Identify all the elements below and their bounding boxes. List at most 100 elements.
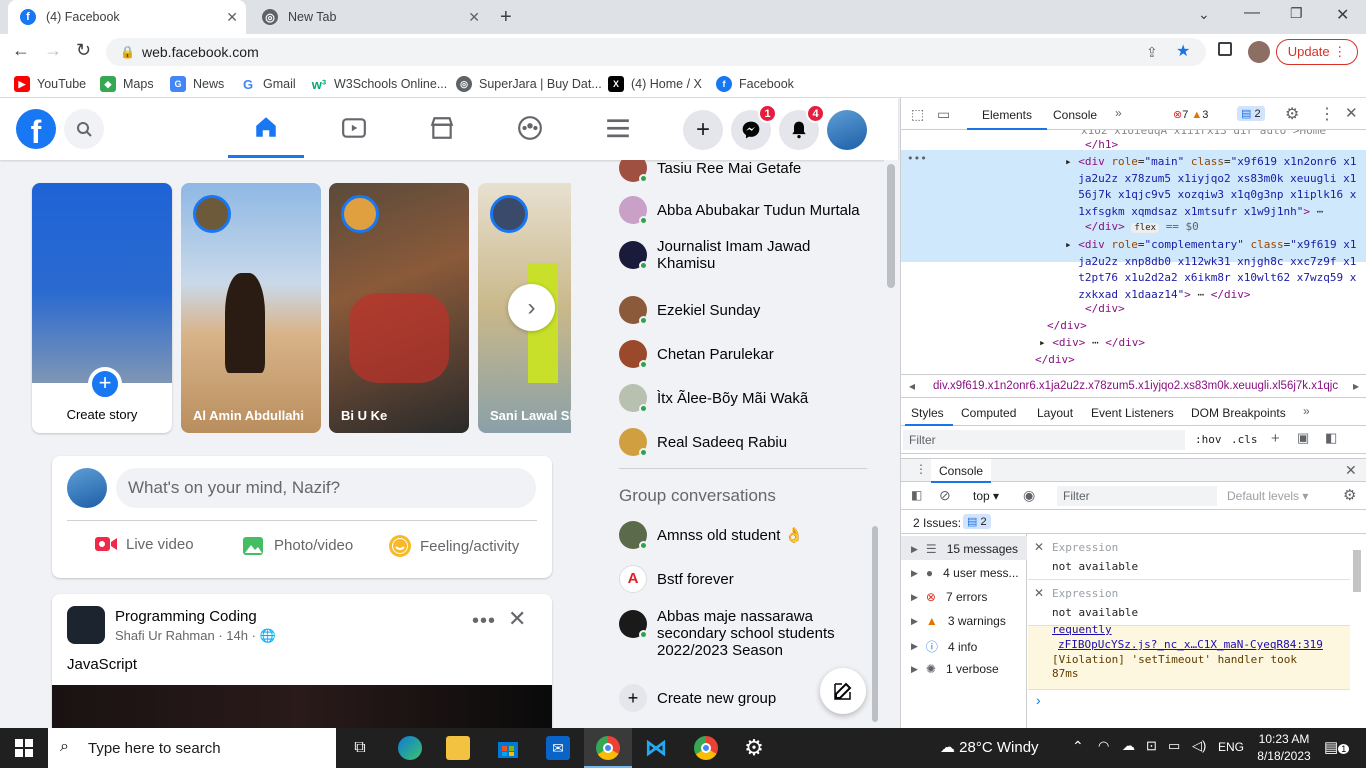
side-panel-icon[interactable] — [1218, 42, 1232, 56]
close-devtools-icon[interactable]: ✕ — [1345, 104, 1358, 122]
console-scrollbar[interactable] — [1351, 538, 1363, 718]
drawer-tab-console[interactable]: Console — [931, 459, 992, 483]
sidebar-errors[interactable]: ▶ ⊗ 7 errors — [911, 590, 987, 604]
group-item[interactable]: A Bstf forever — [619, 565, 734, 593]
device-toolbar-icon[interactable]: ▭ — [937, 106, 950, 123]
styles-filter-input[interactable]: Filter — [903, 430, 1185, 450]
more-tabs-icon[interactable]: » — [1303, 404, 1310, 418]
drawer-menu-icon[interactable]: ⋮ — [915, 462, 927, 476]
remove-expression-icon[interactable]: ✕ — [1034, 540, 1044, 554]
weather-widget[interactable]: ☁ 28°C Windy — [940, 738, 1039, 756]
photo-video-button[interactable]: Photo/video — [242, 534, 353, 556]
bookmark-youtube[interactable]: ▶ YouTube — [14, 76, 86, 92]
node-dots-icon[interactable]: ••• — [907, 152, 927, 165]
context-selector[interactable]: top ▾ — [973, 489, 999, 503]
messenger-button[interactable]: 1 — [731, 104, 777, 150]
issues-link[interactable]: ▤ 2 — [963, 514, 991, 529]
group-item[interactable]: Amnss old student 👌 — [619, 521, 803, 550]
log-levels-dropdown[interactable]: Default levels ▾ — [1227, 489, 1308, 503]
bookmark-news[interactable]: G News — [170, 76, 224, 92]
bookmark-maps[interactable]: ◆ Maps — [100, 76, 154, 92]
user-avatar[interactable] — [67, 468, 107, 508]
contact-item[interactable]: Journalist Imam Jawad Khamisu — [619, 238, 839, 272]
create-new-group-button[interactable]: + Create new group — [619, 684, 776, 712]
issues-counter[interactable]: ▤ 2 — [1237, 106, 1265, 121]
sidebar-warnings[interactable]: ▶ ▲ 3 warnings — [911, 614, 1006, 628]
bookmark-gmail[interactable]: G Gmail — [240, 76, 296, 92]
live-video-button[interactable]: Live video — [94, 534, 194, 554]
code-line[interactable]: ▸ <div role="complementary" class="x9f61… — [1065, 237, 1356, 303]
nav-watch[interactable] — [316, 98, 392, 158]
volume-icon[interactable]: ◁) — [1192, 738, 1206, 754]
sidebar-info[interactable]: ▶ ⓘ 4 info — [911, 638, 977, 655]
contacts-scroll-thumb[interactable] — [872, 526, 878, 722]
cls-toggle[interactable]: .cls — [1231, 433, 1258, 446]
group-avatar[interactable] — [67, 606, 105, 644]
sidebar-user-messages[interactable]: ▶ ● 4 user mess... — [911, 566, 1019, 580]
next-story-button[interactable]: › — [508, 284, 555, 331]
settings-gear-icon[interactable]: ⚙ — [1285, 104, 1299, 124]
account-avatar[interactable] — [827, 110, 867, 150]
store-icon[interactable] — [496, 736, 520, 760]
post-time[interactable]: 14h — [226, 628, 248, 643]
close-tab-icon[interactable]: ✕ — [226, 9, 238, 26]
more-options-icon[interactable]: ••• — [472, 610, 496, 633]
breadcrumb-right-icon[interactable]: ▸ — [1353, 379, 1360, 393]
console-scroll-thumb[interactable] — [1353, 550, 1361, 592]
log-partial[interactable]: requently — [1052, 623, 1112, 636]
share-icon[interactable]: ⇪ — [1146, 38, 1158, 66]
chevron-up-icon[interactable]: ⌃ — [1072, 738, 1084, 755]
sidebar-messages[interactable]: ▶ ☰ 15 messages — [911, 542, 1018, 556]
tab-search-icon[interactable]: ⌄ — [1198, 6, 1210, 23]
bookmark-w3schools[interactable]: w³ W3Schools Online... — [311, 76, 447, 92]
inspect-icon[interactable]: ⬚ — [911, 106, 924, 123]
tab-new-tab[interactable]: ◎ New Tab ✕ — [250, 0, 488, 34]
network-icon[interactable]: ☁ — [1122, 738, 1135, 754]
back-icon[interactable]: ← — [12, 40, 30, 61]
hov-toggle[interactable]: :hov — [1195, 433, 1222, 446]
group-item[interactable]: Abbas maje nassarawa secondary school st… — [619, 608, 849, 659]
battery-icon[interactable]: ▭ — [1168, 738, 1180, 754]
bookmark-facebook[interactable]: f Facebook — [716, 76, 794, 92]
language-indicator[interactable]: ENG — [1218, 740, 1244, 754]
story-card[interactable]: Bi U Ke — [329, 183, 469, 433]
tab-event-listeners[interactable]: Event Listeners — [1091, 406, 1174, 420]
tab-dom-breakpoints[interactable]: DOM Breakpoints — [1191, 406, 1286, 420]
notifications-button[interactable]: 4 — [779, 104, 825, 150]
notification-center-icon[interactable]: ▤ 1 — [1324, 738, 1350, 756]
create-button[interactable]: + — [683, 110, 723, 150]
file-explorer-icon[interactable] — [446, 736, 470, 760]
bookmark-star-icon[interactable]: ★ — [1176, 38, 1190, 66]
update-button[interactable]: Update ⋮ — [1276, 39, 1358, 65]
nav-menu[interactable] — [580, 98, 656, 158]
chrome-icon[interactable] — [596, 736, 620, 760]
tab-computed[interactable]: Computed — [961, 406, 1016, 420]
contact-item[interactable]: Ezekiel Sunday — [619, 296, 760, 325]
post-group-name[interactable]: Programming Coding — [115, 608, 257, 625]
console-sidebar-icon[interactable]: ◧ — [911, 488, 922, 502]
hide-post-icon[interactable]: ✕ — [508, 606, 526, 632]
task-view-icon[interactable]: ⧉ — [348, 736, 372, 760]
sidebar-verbose[interactable]: ▶ ✺ 1 verbose — [911, 662, 999, 676]
contact-item[interactable]: Tasiu Ree Mai Getafe — [619, 160, 801, 183]
reload-icon[interactable]: ↻ — [76, 40, 91, 61]
more-tabs-icon[interactable]: » — [1115, 106, 1122, 120]
chrome-icon[interactable] — [694, 736, 718, 760]
contact-item[interactable]: Abba Abubakar Tudun Murtala — [619, 196, 860, 225]
new-message-button[interactable] — [820, 668, 866, 714]
nav-home[interactable] — [228, 98, 304, 158]
more-menu-icon[interactable]: ⋮ — [1319, 104, 1335, 124]
clock[interactable]: 10:23 AM 8/18/2023 — [1254, 731, 1314, 765]
nav-groups[interactable] — [492, 98, 568, 158]
tab-styles[interactable]: Styles — [911, 406, 944, 420]
story-card[interactable]: Al Amin Abdullahi — [181, 183, 321, 433]
tab-layout[interactable]: Layout — [1037, 406, 1073, 420]
paint-icon[interactable]: ▣ — [1297, 430, 1309, 446]
error-counter[interactable]: ⊗7 ▲3 — [1173, 108, 1208, 121]
composer-input[interactable]: What's on your mind, Nazif? — [116, 468, 536, 508]
taskbar-search-box[interactable]: ⌕ Type here to search — [48, 728, 336, 768]
facebook-logo[interactable]: f — [16, 109, 56, 150]
post-image[interactable] — [52, 685, 552, 728]
wifi-icon[interactable]: ◠ — [1098, 738, 1109, 754]
console-filter-input[interactable]: Filter — [1057, 486, 1217, 506]
